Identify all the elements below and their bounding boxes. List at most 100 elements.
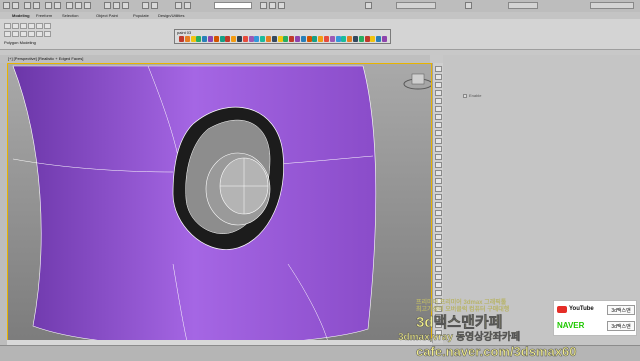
side-tool-icon[interactable]	[435, 90, 442, 96]
percent-snap-icon[interactable]	[122, 2, 129, 9]
enable-checkbox[interactable]	[463, 94, 467, 98]
preview-icon[interactable]	[36, 31, 43, 37]
paint-tool-icon[interactable]	[370, 36, 376, 42]
paint-tool-icon[interactable]	[184, 36, 190, 42]
perspective-viewport[interactable]	[7, 63, 432, 345]
rotate-icon[interactable]	[75, 2, 82, 9]
side-tool-icon[interactable]	[435, 74, 442, 80]
paint-tool-icon[interactable]	[376, 36, 382, 42]
paint-tool-icon[interactable]	[353, 36, 358, 42]
youtube-channel-name[interactable]: 3d맥스맨	[607, 305, 635, 315]
element-icon[interactable]	[44, 23, 51, 29]
custom-floating-toolbar[interactable]: paint 03	[174, 29, 391, 44]
angle-snap-icon[interactable]	[113, 2, 120, 9]
side-tool-icon[interactable]	[435, 122, 442, 128]
paint-tool-icon[interactable]	[219, 36, 225, 42]
paint-tool-icon[interactable]	[312, 36, 318, 42]
paint-tool-icon[interactable]	[237, 36, 242, 42]
paint-tool-icon[interactable]	[202, 36, 208, 42]
tab-populate[interactable]: Populate	[133, 13, 149, 18]
render-setup-icon[interactable]	[269, 2, 276, 9]
side-tool-icon[interactable]	[435, 154, 442, 160]
modify-mode-icon[interactable]	[4, 31, 11, 37]
paint-tool-icon[interactable]	[266, 36, 271, 42]
edge-icon[interactable]	[20, 23, 27, 29]
ignore-backfacing-icon[interactable]	[44, 31, 51, 37]
paint-tool-icon[interactable]	[190, 36, 196, 42]
show-cage-icon[interactable]	[28, 31, 35, 37]
side-tool-icon[interactable]	[435, 194, 442, 200]
paint-tool-icon[interactable]	[335, 36, 341, 42]
paint-tool-icon[interactable]	[179, 36, 184, 42]
unlink-icon[interactable]	[33, 2, 40, 9]
named-selection-field[interactable]	[214, 2, 252, 9]
naver-cafe-name[interactable]: 3d맥스맨	[607, 321, 635, 331]
side-tool-icon[interactable]	[435, 146, 442, 152]
collapse-icon[interactable]	[12, 31, 19, 37]
undo-icon[interactable]	[3, 2, 10, 9]
side-tool-icon[interactable]	[435, 162, 442, 168]
polygon-modeling-panel-label[interactable]: Polygon Modeling	[4, 40, 36, 45]
paint-tool-icon[interactable]	[231, 36, 237, 42]
side-tool-icon[interactable]	[435, 226, 442, 232]
paint-tool-icon[interactable]	[260, 36, 266, 42]
side-tool-icon[interactable]	[435, 258, 442, 264]
paint-tool-icon[interactable]	[208, 36, 213, 42]
project-field[interactable]	[396, 2, 436, 9]
side-tool-icon[interactable]	[435, 170, 442, 176]
tab-freeform[interactable]: Freeform	[36, 13, 52, 18]
side-tool-icon[interactable]	[435, 218, 442, 224]
paint-tool-icon[interactable]	[271, 36, 277, 42]
tab-object-paint[interactable]: Object Paint	[96, 13, 118, 18]
tab-design-utilities[interactable]: Design/Utilities	[158, 13, 184, 18]
paint-tool-icon[interactable]	[358, 36, 364, 42]
curve-editor-icon[interactable]	[184, 2, 191, 9]
move-icon[interactable]	[66, 2, 73, 9]
viewport-label[interactable]: [+] [Perspective] [Realistic + Edged Fac…	[8, 56, 83, 61]
user-icon[interactable]	[465, 2, 472, 9]
vertex-icon[interactable]	[12, 23, 19, 29]
paint-tool-icon[interactable]	[318, 36, 324, 42]
side-tool-icon[interactable]	[435, 114, 442, 120]
side-tool-icon[interactable]	[435, 98, 442, 104]
paint-tool-icon[interactable]	[329, 36, 335, 42]
viewcube[interactable]	[403, 73, 432, 90]
paint-tool-icon[interactable]	[277, 36, 283, 42]
redo-icon[interactable]	[12, 2, 19, 9]
side-tool-icon[interactable]	[435, 282, 442, 288]
border-icon[interactable]	[28, 23, 35, 29]
paint-tool-icon[interactable]	[295, 36, 300, 42]
paint-tool-icon[interactable]	[248, 36, 254, 42]
paint-tool-icon[interactable]	[364, 36, 370, 42]
account-field[interactable]	[508, 2, 538, 9]
paint-tool-icon[interactable]	[306, 36, 312, 42]
paint-tool-icon[interactable]	[196, 36, 202, 42]
paint-tool-icon[interactable]	[300, 36, 306, 42]
side-tool-icon[interactable]	[435, 266, 442, 272]
paint-tool-icon[interactable]	[341, 36, 347, 42]
polygon-icon[interactable]	[36, 23, 43, 29]
use-softselect-icon[interactable]	[20, 31, 27, 37]
material-editor-icon[interactable]	[260, 2, 267, 9]
paint-tool-icon[interactable]	[213, 36, 219, 42]
side-tool-icon[interactable]	[435, 130, 442, 136]
scale-icon[interactable]	[84, 2, 91, 9]
paint-tool-icon[interactable]	[382, 36, 387, 42]
side-tool-icon[interactable]	[435, 210, 442, 216]
side-tool-icon[interactable]	[435, 250, 442, 256]
paint-tool-icon[interactable]	[242, 36, 248, 42]
edit-poly-icon[interactable]	[4, 23, 11, 29]
mirror-icon[interactable]	[142, 2, 149, 9]
side-tool-icon[interactable]	[435, 242, 442, 248]
side-tool-icon[interactable]	[435, 234, 442, 240]
select-icon[interactable]	[45, 2, 52, 9]
help-icon[interactable]	[365, 2, 372, 9]
paint-tool-icon[interactable]	[225, 36, 231, 42]
side-tool-icon[interactable]	[435, 274, 442, 280]
side-tool-icon[interactable]	[435, 82, 442, 88]
workspace-selector[interactable]	[590, 2, 634, 9]
select-by-name-icon[interactable]	[54, 2, 61, 9]
paint-tool-icon[interactable]	[289, 36, 295, 42]
side-tool-icon[interactable]	[435, 138, 442, 144]
side-tool-icon[interactable]	[435, 66, 442, 72]
